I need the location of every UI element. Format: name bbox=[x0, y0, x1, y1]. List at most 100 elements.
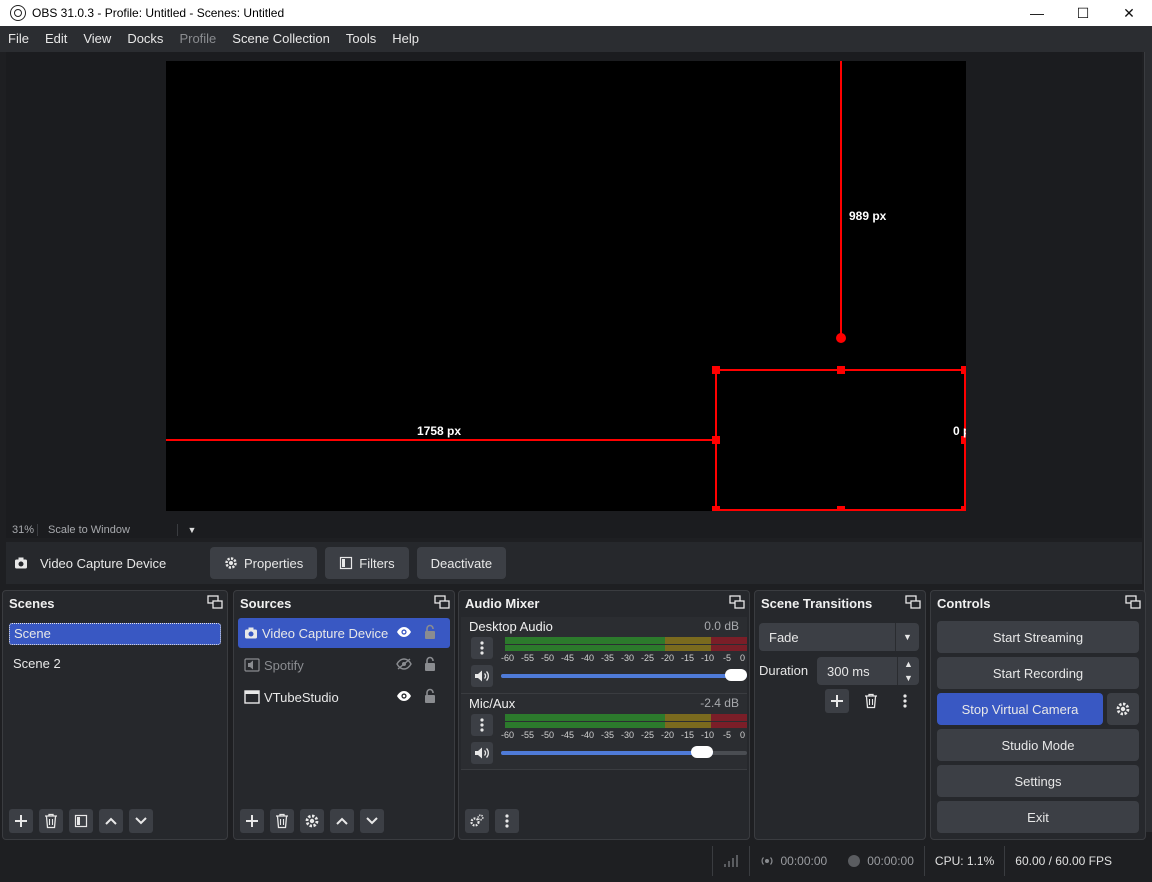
source-label: Spotify bbox=[264, 657, 304, 673]
move-source-up-button[interactable] bbox=[330, 809, 354, 833]
channel-menu-button[interactable] bbox=[471, 637, 493, 659]
mute-button[interactable] bbox=[471, 665, 493, 687]
chevron-up-icon bbox=[336, 817, 348, 825]
resize-handle-tl[interactable] bbox=[712, 366, 720, 374]
menu-profile[interactable]: Profile bbox=[171, 26, 224, 52]
source-bounding-box bbox=[715, 369, 966, 511]
duration-spinbox[interactable]: 300 ms ▲ ▼ bbox=[817, 657, 919, 685]
lock-icon[interactable] bbox=[424, 688, 436, 704]
eye-icon[interactable] bbox=[396, 690, 412, 702]
mixer-settings-button[interactable] bbox=[465, 809, 489, 833]
undock-icon[interactable] bbox=[729, 595, 745, 609]
menu-file[interactable]: File bbox=[0, 26, 37, 52]
mixer-menu-button[interactable] bbox=[495, 809, 519, 833]
sources-dock: Sources Video Capture Device Spotify VTu… bbox=[233, 590, 455, 840]
volume-slider-handle[interactable] bbox=[690, 746, 713, 758]
remove-source-button[interactable] bbox=[270, 809, 294, 833]
scale-mode[interactable]: Scale to Window bbox=[38, 524, 178, 536]
source-item-vtubestudio[interactable]: VTubeStudio bbox=[238, 682, 450, 712]
channel-menu-button[interactable] bbox=[471, 714, 493, 736]
minimize-button[interactable]: — bbox=[1014, 0, 1060, 26]
filters-button[interactable]: Filters bbox=[325, 547, 409, 579]
resize-handle-br[interactable] bbox=[961, 506, 966, 511]
scale-dropdown-icon[interactable]: ▼ bbox=[178, 525, 206, 535]
settings-button[interactable]: Settings bbox=[937, 765, 1139, 797]
menu-scene-collection[interactable]: Scene Collection bbox=[224, 26, 338, 52]
source-item-video-capture[interactable]: Video Capture Device bbox=[238, 618, 450, 648]
scene-item[interactable]: Scene bbox=[9, 623, 221, 645]
source-properties-button[interactable] bbox=[300, 809, 324, 833]
menu-docks[interactable]: Docks bbox=[119, 26, 171, 52]
obs-logo-icon bbox=[10, 5, 26, 21]
deactivate-button[interactable]: Deactivate bbox=[416, 547, 507, 579]
undock-icon[interactable] bbox=[207, 595, 223, 609]
menu-bar: File Edit View Docks Profile Scene Colle… bbox=[0, 26, 1152, 52]
resize-handle-tr[interactable] bbox=[961, 366, 966, 374]
eye-icon[interactable] bbox=[396, 626, 412, 638]
close-button[interactable]: ✕ bbox=[1106, 0, 1152, 26]
resize-handle-t[interactable] bbox=[837, 366, 845, 374]
menu-tools[interactable]: Tools bbox=[338, 26, 384, 52]
lock-icon[interactable] bbox=[424, 656, 436, 672]
transition-select[interactable]: Fade ▼ bbox=[759, 623, 919, 651]
resize-handle-b[interactable] bbox=[837, 506, 845, 511]
transition-menu-button[interactable] bbox=[893, 689, 917, 713]
meter-ticks: -60 -55 -50 -45 -40 -35 -30 -25 -20 -15 -10 -5 0 bbox=[501, 730, 746, 740]
camera-icon bbox=[15, 557, 27, 569]
camera-icon bbox=[245, 627, 257, 639]
mixer-title: Audio Mixer bbox=[465, 595, 540, 611]
scene-filters-button[interactable] bbox=[69, 809, 93, 833]
preview-canvas[interactable]: 989 px 1758 px 0 px bbox=[166, 61, 966, 511]
audio-mixer-dock: Audio Mixer Desktop Audio 0.0 dB -60 -55-… bbox=[458, 590, 750, 840]
transitions-title: Scene Transitions bbox=[761, 595, 873, 611]
maximize-button[interactable]: ☐ bbox=[1060, 0, 1106, 26]
resize-handle-l[interactable] bbox=[712, 436, 720, 444]
properties-button[interactable]: Properties bbox=[210, 547, 318, 579]
studio-mode-button[interactable]: Studio Mode bbox=[937, 729, 1139, 761]
menu-view[interactable]: View bbox=[75, 26, 119, 52]
scene-transitions-dock: Scene Transitions Fade ▼ Duration 300 ms… bbox=[754, 590, 926, 840]
volume-slider[interactable] bbox=[501, 674, 747, 678]
undock-icon[interactable] bbox=[905, 595, 921, 609]
window-title: OBS 31.0.3 - Profile: Untitled - Scenes:… bbox=[32, 6, 285, 20]
start-streaming-button[interactable]: Start Streaming bbox=[937, 621, 1139, 653]
move-scene-down-button[interactable] bbox=[129, 809, 153, 833]
move-source-down-button[interactable] bbox=[360, 809, 384, 833]
speaker-icon bbox=[475, 747, 489, 759]
scene-item[interactable]: Scene 2 bbox=[7, 651, 223, 679]
stop-virtual-camera-button[interactable]: Stop Virtual Camera bbox=[937, 693, 1103, 725]
filters-label: Filters bbox=[359, 555, 395, 571]
window-capture-icon bbox=[244, 690, 260, 704]
remove-scene-button[interactable] bbox=[39, 809, 63, 833]
source-list: Video Capture Device Spotify VTubeStudio bbox=[238, 618, 450, 714]
add-source-button[interactable] bbox=[240, 809, 264, 833]
kebab-icon bbox=[480, 641, 484, 655]
rotation-handle[interactable] bbox=[836, 333, 846, 343]
source-item-spotify[interactable]: Spotify bbox=[238, 650, 450, 680]
menu-help[interactable]: Help bbox=[384, 26, 427, 52]
measure-right-label: 0 px bbox=[953, 424, 966, 438]
menu-edit[interactable]: Edit bbox=[37, 26, 75, 52]
undock-icon[interactable] bbox=[434, 595, 450, 609]
mute-button[interactable] bbox=[471, 742, 493, 764]
add-scene-button[interactable] bbox=[9, 809, 33, 833]
virtual-camera-settings-button[interactable] bbox=[1107, 693, 1139, 725]
eye-hidden-icon[interactable] bbox=[396, 658, 412, 670]
plus-icon bbox=[831, 695, 843, 707]
start-recording-button[interactable]: Start Recording bbox=[937, 657, 1139, 689]
exit-button[interactable]: Exit bbox=[937, 801, 1139, 833]
volume-slider-handle[interactable] bbox=[725, 669, 747, 681]
preview-scale-bar: 31% Scale to Window ▼ bbox=[6, 522, 1142, 538]
remove-transition-button[interactable] bbox=[859, 689, 883, 713]
volume-fill bbox=[501, 674, 747, 678]
preview-area[interactable]: 989 px 1758 px 0 px bbox=[6, 52, 1142, 522]
selected-source-name: Video Capture Device bbox=[40, 555, 167, 571]
spin-arrows-icon[interactable]: ▲ ▼ bbox=[897, 657, 919, 685]
kebab-icon bbox=[903, 694, 907, 708]
resize-handle-bl[interactable] bbox=[712, 506, 720, 511]
add-transition-button[interactable] bbox=[825, 689, 849, 713]
sources-title: Sources bbox=[240, 595, 292, 611]
lock-icon[interactable] bbox=[424, 624, 436, 640]
move-scene-up-button[interactable] bbox=[99, 809, 123, 833]
undock-icon[interactable] bbox=[1125, 595, 1141, 609]
